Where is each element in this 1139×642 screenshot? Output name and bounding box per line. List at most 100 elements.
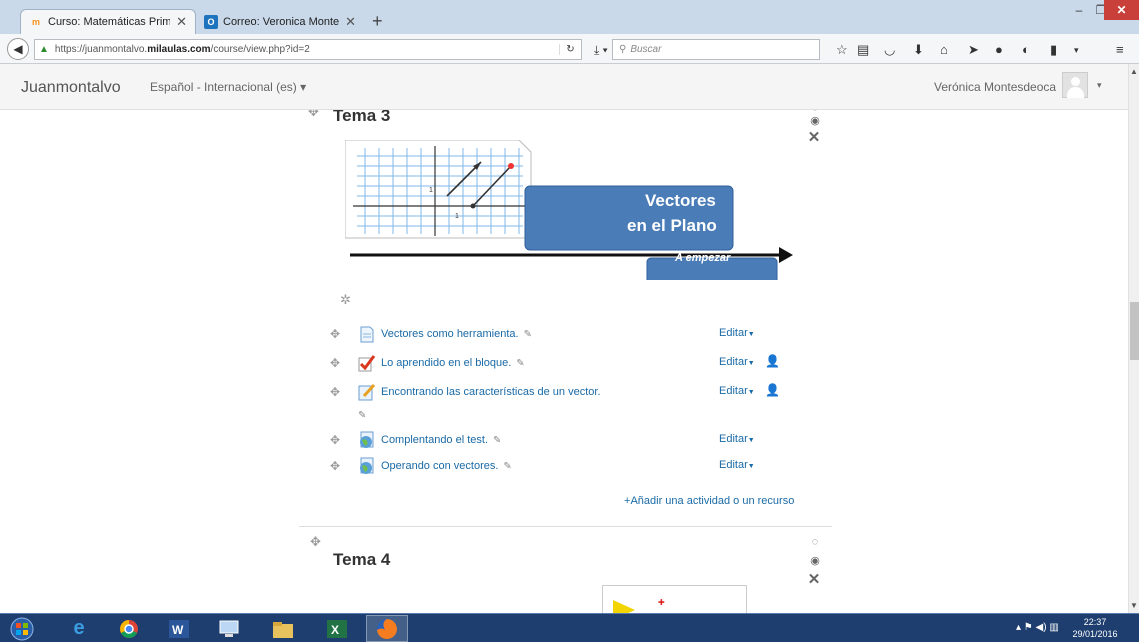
close-tab-icon[interactable]: ✕ [176,14,187,30]
visibility-eye-icon[interactable]: ◉ [808,114,822,127]
browser-navbar: ◀ ▲ https://juanmontalvo.milaulas.com/co… [0,34,1139,64]
delete-section-icon[interactable]: ✕ [807,570,821,588]
highlight-lightbulb-icon[interactable]: ◌ [808,536,822,548]
clipboard-icon[interactable]: ▮ [1050,42,1057,58]
edit-title-pencil-icon[interactable]: ✎ [493,435,501,446]
activity-link[interactable]: Complentando el test. [381,434,488,446]
course-content: ✥ Tema 3 ◌ ◉ ✕ [0,110,1128,613]
overflow-chevron-icon[interactable]: ▾ [1074,45,1079,56]
file-explorer-icon[interactable] [262,615,304,642]
scrollbar-thumb[interactable] [1130,302,1139,360]
new-tab-button[interactable]: + [372,11,383,32]
scroll-up-icon[interactable]: ▲ [1130,67,1138,76]
send-icon[interactable]: ➤ [968,42,979,58]
edit-title-pencil-icon[interactable]: ✎ [524,329,532,340]
edit-menu[interactable]: Editar▼ [719,433,755,445]
user-name[interactable]: Verónica Montesdeoca [934,80,1056,94]
avatar[interactable] [1062,72,1088,98]
browser-titlebar: m Curso: Matemáticas Prime... ✕ O Correo… [0,0,1139,34]
scroll-down-icon[interactable]: ▼ [1130,601,1138,610]
assign-roles-person-icon[interactable]: 👤 [765,383,780,397]
search-input[interactable]: ⚲ Buscar [612,39,820,60]
reading-list-icon[interactable]: ▤ [857,42,869,58]
minimize-button[interactable]: – [1068,0,1090,20]
url-bar[interactable]: ▲ https://juanmontalvo.milaulas.com/cour… [34,39,582,60]
checkmark-icon [358,354,376,372]
remote-desktop-icon[interactable] [208,615,250,642]
activity-link[interactable]: Encontrando las características de un ve… [381,386,601,398]
tab-mail[interactable]: O Correo: Veronica Montesd... ✕ [196,9,364,34]
search-icon: ⚲ [619,44,627,55]
move-activity-icon[interactable]: ✥ [330,459,346,473]
edit-title-pencil-icon[interactable]: ✎ [516,358,524,369]
firefox-icon[interactable] [366,615,408,642]
search-placeholder: Buscar [630,44,662,55]
edit-menu[interactable]: Editar▼ [719,356,755,368]
globe-icon [358,457,376,475]
page-icon [358,325,376,343]
moodle-favicon-icon: m [31,17,40,27]
tab-label: Correo: Veronica Montesd... [223,15,340,28]
activity-item: ✥ Lo aprendido en el bloque. ✎ [330,354,525,372]
back-button[interactable]: ◀ [7,38,29,60]
internet-explorer-icon[interactable]: e [58,615,100,642]
clock-date: 29/01/2016 [1072,629,1118,639]
banner-start-button[interactable]: A empezar [675,252,730,264]
svg-text:1: 1 [455,213,459,220]
language-menu[interactable]: Español - Internacional (es) ▾ [150,80,306,94]
assign-roles-person-icon[interactable]: 👤 [765,354,780,368]
extension-icon[interactable]: ◐ [1022,42,1030,57]
edit-menu[interactable]: Editar▼ [719,385,755,397]
system-tray-icons[interactable]: ▴ ⚑ ◀) ▥ [1016,622,1059,633]
taskbar-clock[interactable]: 22:37 29/01/2016 [1069,616,1121,640]
move-activity-icon[interactable]: ✥ [330,433,346,447]
downloads-icon[interactable]: ⬇ [913,42,924,58]
edit-caret-icon: ▼ [747,331,755,338]
activity-link[interactable]: Vectores como herramienta. [381,328,519,340]
banner-title-line2: en el Plano [627,216,717,235]
activity-link[interactable]: Lo aprendido en el bloque. [381,357,511,369]
chat-icon[interactable]: ● [995,42,1003,57]
bookmark-star-icon[interactable]: ☆ [836,42,848,58]
activity-item: ✥ Encontrando las características de un … [330,383,601,401]
lock-icon: ▲ [39,44,49,55]
assignment-pencil-icon [358,383,376,401]
edit-menu[interactable]: Editar▼ [719,459,755,471]
settings-gear-icon[interactable]: ✲ [340,292,351,308]
user-menu-caret-icon[interactable]: ▾ [1097,80,1102,91]
move-activity-icon[interactable]: ✥ [330,385,346,399]
windows-logo-icon [10,617,34,640]
site-name-link[interactable]: Juanmontalvo [21,79,121,97]
tab-course[interactable]: m Curso: Matemáticas Prime... ✕ [20,9,196,34]
edit-caret-icon: ▼ [747,437,755,444]
word-icon[interactable]: W [158,615,200,642]
outlook-favicon-icon: O [204,14,218,29]
activity-item: ✥ Complentando el test. ✎ [330,431,501,449]
move-activity-icon[interactable]: ✥ [330,327,346,341]
edit-menu[interactable]: Editar▼ [719,327,755,339]
edit-title-pencil-icon[interactable]: ✎ [358,410,366,421]
hamburger-menu-icon[interactable]: ≡ [1116,42,1124,57]
edit-title-pencil-icon[interactable]: ✎ [503,461,511,472]
edit-caret-icon: ▼ [747,360,755,367]
move-section-icon[interactable]: ✥ [308,110,319,120]
url-text: https://juanmontalvo.milaulas.com/course… [54,44,310,55]
download-history-icon[interactable]: ⤓ ▾ [594,43,608,58]
reload-icon[interactable]: ↻ [559,44,581,55]
move-section-icon[interactable]: ✥ [310,534,321,550]
globe-icon [358,431,376,449]
page-scrollbar[interactable]: ▲ ▼ [1128,64,1139,613]
close-tab-icon[interactable]: ✕ [345,14,356,30]
add-activity-link[interactable]: +Añadir una actividad o un recurso [624,495,794,507]
chrome-icon[interactable] [108,615,150,642]
delete-section-icon[interactable]: ✕ [807,128,821,146]
home-icon[interactable]: ⌂ [940,42,948,57]
section-title: Tema 3 [333,110,391,125]
close-window-button[interactable]: ✕ [1104,0,1139,20]
visibility-eye-icon[interactable]: ◉ [808,554,822,567]
move-activity-icon[interactable]: ✥ [330,356,346,370]
activity-link[interactable]: Operando con vectores. [381,460,498,472]
pocket-icon[interactable]: ◡ [884,42,895,58]
excel-icon[interactable]: X [316,615,358,642]
start-button[interactable] [4,615,40,642]
